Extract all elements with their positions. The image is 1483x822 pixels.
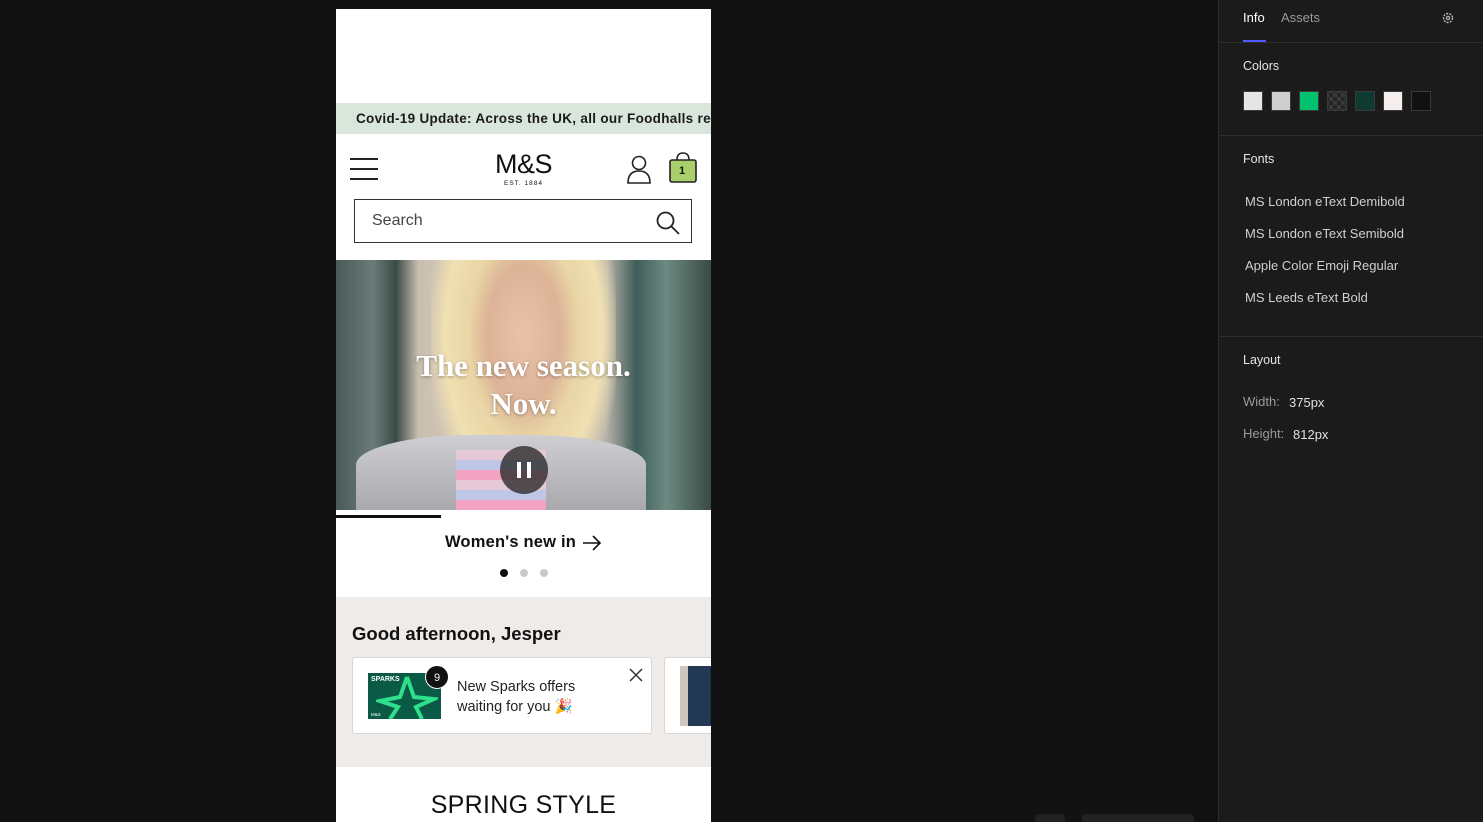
search-icon[interactable] [655,210,681,236]
bag-button[interactable]: 1 [668,151,698,184]
sparks-offer-card[interactable]: SPARKS M&S 9 New Sparks offers waiting f… [352,657,652,734]
search-box[interactable]: Search [354,199,692,243]
covid-banner[interactable]: Covid-19 Update: Across the UK, all our … [336,103,711,134]
carousel-dot[interactable] [499,569,508,577]
site-header: M&S EST. 1884 1 [336,134,711,200]
account-icon[interactable] [626,154,652,184]
fonts-title: Fonts [1243,152,1275,166]
color-swatch[interactable] [1243,91,1263,111]
width-value: 375px [1289,395,1325,410]
greeting-section: Good afternoon, Jesper SPARKS M&S 9 New … [336,597,711,767]
tab-assets[interactable]: Assets [1281,10,1320,25]
menu-icon[interactable] [350,158,378,180]
status-area [336,9,711,103]
canvas-control[interactable] [1082,814,1194,822]
close-icon[interactable] [629,668,643,682]
carousel-dots [336,564,711,582]
search-input[interactable]: Search [372,212,423,230]
hero-progress [336,515,711,518]
logo-mark: M&S [494,149,553,179]
fonts-section: Fonts MS London eText Demibold MS London… [1219,136,1483,337]
cta-label: Women's new in [444,533,577,551]
width-label: Width: [1243,394,1280,409]
hero-title: The new season. Now. [336,347,711,423]
color-swatch[interactable] [1299,91,1319,111]
hero-banner[interactable]: The new season. Now. [336,260,711,510]
carousel-dot[interactable] [519,569,528,577]
colors-section: Colors [1219,43,1483,136]
carousel-dot[interactable] [539,569,548,577]
hero-progress-fill [336,515,441,518]
height-value: 812px [1293,427,1329,442]
hero-title-line2: Now. [490,386,557,421]
mobile-frame: Covid-19 Update: Across the UK, all our … [336,9,711,822]
arrow-right-icon [583,535,602,551]
active-tab-indicator [1243,40,1266,42]
offers-count-badge: 9 [425,665,449,689]
ms-logo[interactable]: M&S EST. 1884 [494,149,553,187]
font-item[interactable]: MS London eText Semibold [1245,226,1404,241]
tab-info[interactable]: Info [1243,10,1265,25]
layout-title: Layout [1243,353,1281,367]
sparks-card-text: New Sparks offers waiting for you 🎉 [457,679,576,715]
sparks-ms-label: M&S [371,712,381,717]
logo-est: EST. 1884 [503,180,543,187]
hero-title-line1: The new season. [416,348,631,383]
color-swatch[interactable] [1411,91,1431,111]
product-card[interactable] [664,657,711,734]
gear-icon[interactable] [1441,11,1455,25]
jeans-image [680,666,711,726]
layout-section: Layout Width: 375px Height: 812px [1219,337,1483,537]
womens-new-in-link[interactable]: Women's new in [336,533,711,552]
color-swatch[interactable] [1383,91,1403,111]
spring-style-heading: SPRING STYLE [430,791,617,819]
colors-title: Colors [1243,59,1280,73]
color-swatch[interactable] [1355,91,1375,111]
color-swatch[interactable] [1327,91,1347,111]
font-item[interactable]: MS London eText Demibold [1245,194,1405,209]
inspector-tabs: Info Assets [1219,0,1483,43]
font-item[interactable]: Apple Color Emoji Regular [1245,258,1398,273]
pause-button[interactable] [500,446,548,494]
design-canvas: Covid-19 Update: Across the UK, all our … [0,0,1218,822]
color-swatch[interactable] [1271,91,1291,111]
greeting-title: Good afternoon, Jesper [352,623,561,644]
canvas-control[interactable] [1035,814,1065,822]
height-label: Height: [1243,426,1285,441]
font-item[interactable]: MS Leeds eText Bold [1245,290,1368,305]
bag-count: 1 [678,165,686,177]
inspector-panel: Info Assets Colors Fonts MS London eText… [1218,0,1483,822]
